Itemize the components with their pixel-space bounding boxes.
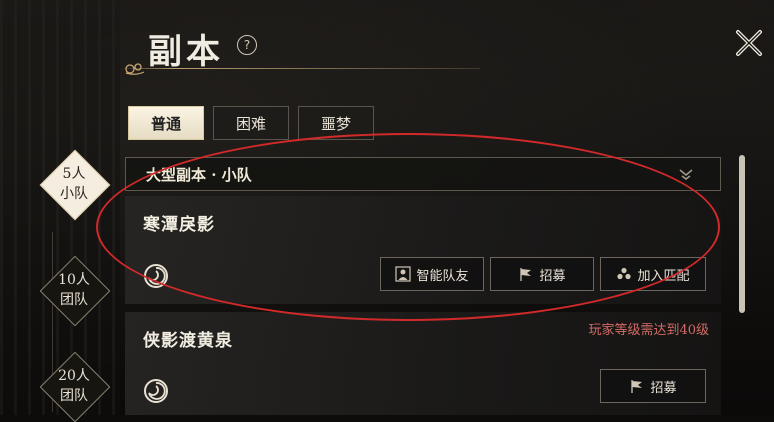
level-type: 小队 — [60, 186, 88, 202]
level-label: 20人 团队 — [40, 366, 108, 406]
flag-icon — [631, 380, 643, 393]
party-size-20[interactable]: 20人 团队 — [39, 351, 111, 422]
chevron-down-icon — [679, 169, 693, 180]
recruit-label: 招募 — [650, 380, 677, 396]
recruit-label: 招募 — [539, 268, 566, 284]
page-title: 副本 — [148, 32, 224, 72]
tab-nightmare[interactable]: 噩梦 — [298, 106, 374, 140]
match-icon — [617, 267, 632, 280]
title-divider — [120, 68, 480, 69]
flag-icon — [520, 268, 532, 281]
difficulty-tabs: 普通 困难 噩梦 — [128, 106, 374, 140]
smart-teammate-button[interactable]: 智能队友 — [380, 257, 484, 291]
dungeon-name: 侠影渡黄泉 — [143, 331, 233, 351]
join-match-button[interactable]: 加入匹配 — [600, 257, 706, 291]
level-label: 10人 团队 — [40, 270, 108, 310]
dungeon-name: 寒潭戾影 — [143, 215, 215, 235]
swirl-icon — [144, 264, 168, 288]
smart-teammate-label: 智能队友 — [416, 268, 469, 284]
dungeon-card[interactable]: 寒潭戾影 智能队友 招募 加入匹配 — [125, 196, 721, 304]
tab-hard[interactable]: 困难 — [213, 106, 289, 140]
swirl-icon — [144, 379, 168, 403]
title-area: 副本 ? — [120, 18, 480, 78]
tab-normal[interactable]: 普通 — [128, 106, 204, 140]
level-label: 5人 小队 — [40, 164, 108, 204]
scrollbar[interactable] — [739, 155, 745, 313]
recruit-button[interactable]: 招募 — [600, 369, 706, 403]
recruit-button[interactable]: 招募 — [490, 257, 594, 291]
party-size-5[interactable]: 5人 小队 — [39, 149, 111, 221]
level-requirement: 玩家等级需达到40级 — [588, 323, 709, 338]
level-size: 10人 — [58, 272, 90, 288]
party-size-10[interactable]: 10人 团队 — [39, 255, 111, 327]
close-button[interactable] — [733, 27, 765, 59]
level-type: 团队 — [60, 388, 88, 404]
close-icon — [736, 30, 762, 56]
category-dropdown[interactable]: 大型副本 · 小队 — [125, 157, 721, 191]
join-match-label: 加入匹配 — [637, 268, 690, 284]
level-size: 20人 — [58, 368, 90, 384]
help-icon[interactable]: ? — [237, 35, 257, 55]
teammate-icon — [395, 266, 412, 282]
dungeon-card[interactable]: 侠影渡黄泉 玩家等级需达到40级 招募 — [125, 312, 721, 415]
level-size: 5人 — [62, 166, 86, 182]
category-label: 大型副本 · 小队 — [146, 166, 252, 184]
level-type: 团队 — [60, 292, 88, 308]
